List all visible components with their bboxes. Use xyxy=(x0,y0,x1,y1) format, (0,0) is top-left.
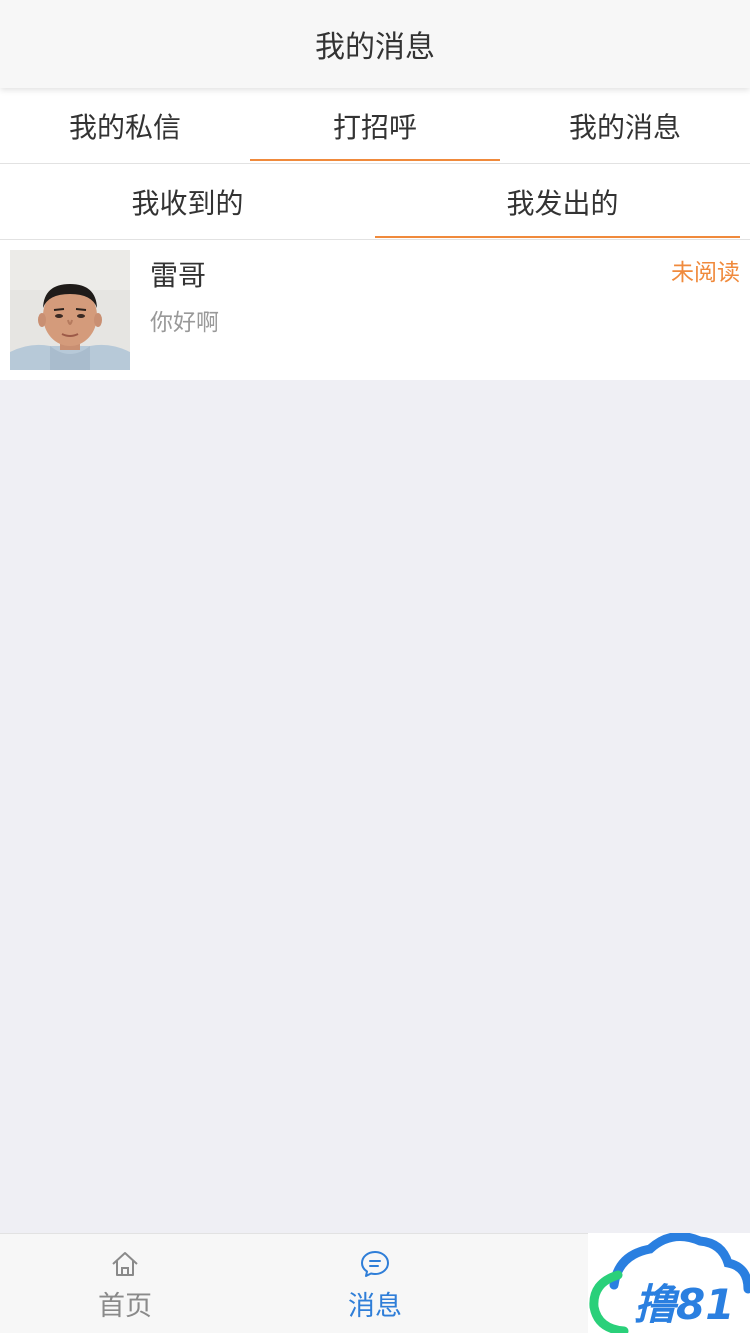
list-item[interactable]: 雷哥 你好啊 未阅读 xyxy=(0,240,750,380)
tab-my-messages[interactable]: 我的消息 xyxy=(500,88,750,163)
top-navbar: 我的消息 xyxy=(0,0,750,88)
tab-private-messages[interactable]: 我的私信 xyxy=(0,88,250,163)
tab-sent[interactable]: 我发出的 xyxy=(375,164,750,239)
watermark-text: 撸81 xyxy=(634,1280,734,1329)
tab-received[interactable]: 我收到的 xyxy=(0,164,375,239)
tabbar-item-home[interactable]: 首页 xyxy=(0,1234,250,1333)
user-photo-icon xyxy=(10,250,130,370)
message-preview: 你好啊 xyxy=(150,310,219,336)
avatar[interactable] xyxy=(10,250,130,370)
contact-name: 雷哥 xyxy=(150,259,207,292)
page-title: 我的消息 xyxy=(315,30,435,65)
sub-tabs: 我收到的 我发出的 xyxy=(0,164,750,240)
tabbar-label: 首页 xyxy=(98,1291,152,1322)
watermark-logo: 撸81 xyxy=(588,1232,750,1333)
status-badge: 未阅读 xyxy=(671,260,740,286)
tab-label: 我收到的 xyxy=(131,186,244,220)
cloud-logo-icon: 撸81 xyxy=(589,1232,750,1333)
tab-label: 我的消息 xyxy=(568,110,681,144)
main-tabs: 我的私信 打招呼 我的消息 xyxy=(0,88,750,164)
message-list: 雷哥 你好啊 未阅读 xyxy=(0,240,750,380)
tab-greetings[interactable]: 打招呼 xyxy=(250,88,500,163)
tab-label: 打招呼 xyxy=(332,110,417,144)
tab-label: 我发出的 xyxy=(506,186,619,220)
tabbar-item-messages[interactable]: 消息 xyxy=(250,1234,500,1333)
tab-label: 我的私信 xyxy=(68,110,181,144)
tabbar-label: 消息 xyxy=(348,1291,402,1322)
chat-bubble-icon xyxy=(361,1251,389,1277)
home-icon xyxy=(112,1252,138,1276)
